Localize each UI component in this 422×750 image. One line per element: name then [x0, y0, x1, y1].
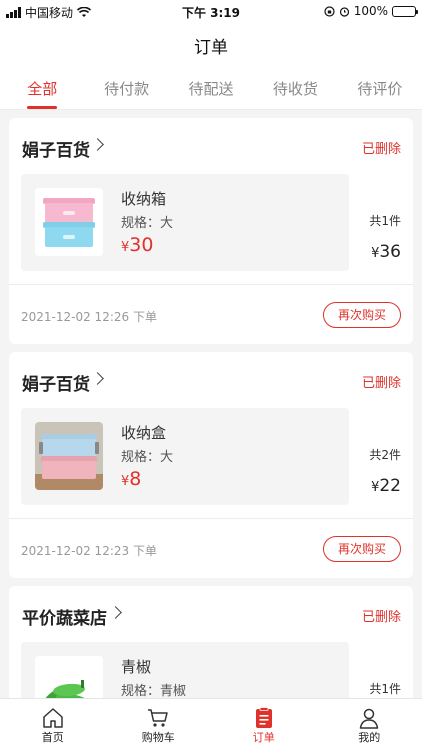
product-price: ¥30: [121, 234, 153, 256]
order-card[interactable]: 平价蔬菜店 已删除 青椒 规格：青椒 共1件: [9, 586, 413, 698]
tabbar-profile[interactable]: 我的: [317, 699, 422, 750]
tabbar-label: 购物车: [141, 731, 175, 744]
profile-icon: [360, 708, 379, 729]
product-image: [35, 188, 103, 256]
price-value: 8: [129, 468, 142, 490]
product-spec: 规格：青椒: [121, 684, 187, 698]
tabbar-home[interactable]: 首页: [0, 699, 106, 750]
product-name: 收纳箱: [121, 190, 167, 208]
divider: [9, 518, 413, 519]
cart-icon: [148, 709, 168, 727]
buy-again-button[interactable]: 再次购买: [323, 536, 401, 562]
shop-name[interactable]: 娟子百货: [22, 136, 90, 161]
tab-pending-receipt[interactable]: 待收货: [253, 64, 337, 109]
order-card-header[interactable]: 平价蔬菜店 已删除: [9, 586, 413, 642]
product-name: 青椒: [121, 658, 152, 676]
item-count: 共2件: [369, 448, 401, 462]
bottom-tab-bar: 首页 购物车 订单 我的: [0, 698, 422, 750]
tabbar-cart[interactable]: 购物车: [106, 699, 212, 750]
buy-again-button[interactable]: 再次购买: [323, 302, 401, 328]
tab-pending-delivery[interactable]: 待配送: [169, 64, 253, 109]
product-price: ¥8: [121, 468, 141, 490]
tabbar-label: 订单: [252, 731, 275, 744]
total-value: 22: [379, 476, 401, 496]
order-card[interactable]: 娟子百货 已删除 收纳箱 规格：大 ¥30 共1件 ¥36 2021-12-02…: [9, 118, 413, 344]
order-total: ¥22: [371, 476, 401, 496]
page-title: 订单: [194, 38, 228, 58]
chevron-right-icon[interactable]: [91, 138, 104, 151]
tabbar-label: 我的: [358, 731, 381, 744]
order-icon: [255, 707, 272, 728]
battery-percent: 100%: [353, 4, 388, 18]
order-time: 2021-12-02 12:23 下单: [21, 544, 157, 558]
shop-name[interactable]: 娟子百货: [22, 370, 90, 395]
tabbar-orders[interactable]: 订单: [211, 699, 317, 750]
order-status: 已删除: [361, 610, 401, 625]
rotation-lock-icon: [324, 5, 335, 17]
alarm-icon: [339, 6, 349, 17]
chevron-right-icon[interactable]: [109, 606, 122, 619]
tabbar-label: 首页: [41, 731, 64, 744]
status-bar: 中国移动 下午 3:19 100%: [0, 0, 422, 24]
price-value: 30: [129, 234, 154, 256]
order-status: 已删除: [361, 142, 401, 157]
tab-pending-review[interactable]: 待评价: [338, 64, 422, 109]
order-card-header[interactable]: 娟子百货 已删除: [9, 352, 413, 408]
divider: [9, 284, 413, 285]
item-count: 共1件: [369, 214, 401, 228]
product-spec: 规格：大: [121, 450, 174, 465]
order-tabs: 全部 待付款 待配送 待收货 待评价: [0, 64, 422, 110]
product-image: [35, 656, 103, 698]
home-icon: [43, 708, 63, 728]
shop-name[interactable]: 平价蔬菜店: [22, 604, 107, 629]
total-value: 36: [379, 242, 401, 262]
item-count: 共1件: [369, 682, 401, 696]
order-status: 已删除: [361, 376, 401, 391]
product-name: 收纳盒: [121, 424, 167, 442]
order-item[interactable]: 青椒 规格：青椒: [21, 642, 349, 698]
order-list: 娟子百货 已删除 收纳箱 规格：大 ¥30 共1件 ¥36 2021-12-02…: [0, 110, 422, 698]
order-item[interactable]: 收纳盒 规格：大 ¥8: [21, 408, 349, 505]
nav-header: 订单: [0, 24, 422, 64]
battery-icon: [392, 5, 418, 17]
order-card-header[interactable]: 娟子百货 已删除: [9, 118, 413, 174]
order-time: 2021-12-02 12:26 下单: [21, 310, 157, 324]
product-image: [35, 422, 103, 490]
chevron-right-icon[interactable]: [91, 372, 104, 385]
order-card[interactable]: 娟子百货 已删除 收纳盒 规格：大 ¥8 共2件 ¥22 2021-12-02 …: [9, 352, 413, 578]
tab-pending-payment[interactable]: 待付款: [84, 64, 168, 109]
order-total: ¥36: [371, 242, 401, 262]
order-item[interactable]: 收纳箱 规格：大 ¥30: [21, 174, 349, 271]
product-spec: 规格：大: [121, 216, 174, 231]
tab-all[interactable]: 全部: [0, 64, 84, 109]
